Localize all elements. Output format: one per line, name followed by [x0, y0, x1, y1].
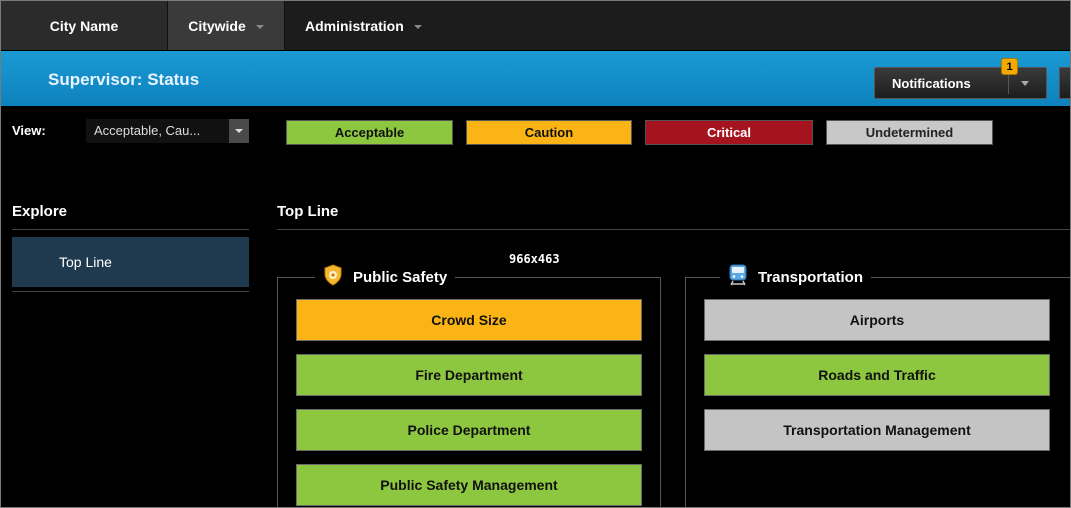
view-filter-row: View: Acceptable, Cau... Acceptable Caut… — [1, 107, 1070, 157]
tile-label: Police Department — [407, 422, 531, 438]
legend-acceptable: Acceptable — [286, 120, 453, 145]
chevron-down-icon[interactable] — [1021, 81, 1029, 86]
divider — [277, 229, 1070, 230]
top-nav: City Name Citywide Administration — [1, 1, 1070, 51]
notifications-label: Notifications — [892, 75, 971, 91]
divider — [12, 291, 249, 292]
page-title: Supervisor: Status — [48, 70, 200, 89]
nav-administration-label: Administration — [305, 17, 404, 34]
sidebar-heading: Explore — [12, 203, 68, 220]
tile-crowd-size[interactable]: Crowd Size — [296, 299, 642, 341]
overflow-button[interactable] — [1059, 67, 1070, 99]
group-title: Public Safety — [315, 263, 456, 291]
view-filter-value: Acceptable, Cau... — [94, 123, 201, 138]
tile-public-safety-management[interactable]: Public Safety Management — [296, 464, 642, 506]
section-heading: Top Line — [277, 203, 339, 220]
tile-police-department[interactable]: Police Department — [296, 409, 642, 451]
notifications-count-badge: 1 — [1001, 58, 1018, 75]
nav-city-label: City Name — [49, 17, 119, 34]
sidebar-item-label: Top Line — [59, 254, 112, 270]
chevron-down-icon — [235, 129, 243, 133]
sidebar-item-top-line[interactable]: Top Line — [12, 237, 249, 287]
notifications-button[interactable]: Notifications — [874, 67, 1047, 99]
dimensions-label: 966x463 — [509, 252, 560, 266]
group-transportation: Transportation Airports Roads and Traffi… — [685, 264, 1070, 507]
view-filter-dropdown-button[interactable] — [229, 119, 249, 143]
group-title: Transportation — [720, 264, 872, 291]
nav-citywide-label: Citywide — [188, 17, 246, 34]
group-title-label: Transportation — [758, 268, 864, 286]
app-window: City Name Citywide Administration Superv… — [0, 0, 1071, 508]
tile-label: Fire Department — [415, 367, 523, 383]
divider — [12, 229, 249, 230]
tile-fire-department[interactable]: Fire Department — [296, 354, 642, 396]
chevron-down-icon — [255, 24, 264, 29]
tile-airports[interactable]: Airports — [704, 299, 1050, 341]
nav-administration-menu[interactable]: Administration — [286, 1, 446, 50]
view-filter-select[interactable]: Acceptable, Cau... — [86, 119, 249, 143]
tile-label: Public Safety Management — [380, 477, 558, 493]
tile-label: Crowd Size — [431, 312, 507, 328]
legend-caution: Caution — [466, 120, 632, 145]
nav-city-name[interactable]: City Name — [1, 1, 167, 50]
tile-transportation-management[interactable]: Transportation Management — [704, 409, 1050, 451]
button-divider — [1008, 72, 1009, 94]
tile-label: Roads and Traffic — [818, 367, 936, 383]
tile-label: Airports — [849, 312, 905, 328]
nav-citywide-menu[interactable]: Citywide — [167, 1, 285, 50]
group-public-safety: Public Safety Crowd Size Fire Department… — [277, 263, 661, 507]
tile-label: Transportation Management — [783, 422, 971, 438]
page-header: Supervisor: Status Notifications 1 — [1, 51, 1070, 106]
legend-undetermined: Undetermined — [826, 120, 993, 145]
group-title-label: Public Safety — [353, 268, 448, 286]
train-icon — [728, 264, 748, 291]
shield-badge-icon — [323, 263, 343, 291]
chevron-down-icon — [413, 24, 422, 29]
legend-critical: Critical — [645, 120, 813, 145]
tile-roads-and-traffic[interactable]: Roads and Traffic — [704, 354, 1050, 396]
view-label: View: — [12, 123, 46, 138]
